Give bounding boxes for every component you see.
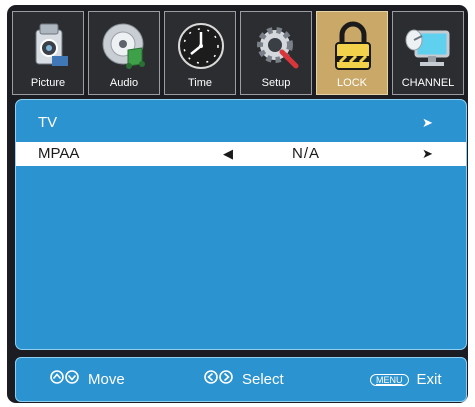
menu-item-label: TV: [38, 114, 58, 131]
tab-label: Picture: [30, 77, 66, 89]
audio-disc-icon: [98, 18, 152, 74]
left-right-keys-icon: [204, 370, 234, 390]
gear-wrench-icon: [250, 18, 304, 74]
tab-setup[interactable]: Setup: [240, 11, 312, 95]
arrow-left-icon[interactable]: ◀: [223, 142, 233, 166]
satellite-dish-icon: [402, 18, 456, 74]
tab-audio[interactable]: Audio: [88, 11, 160, 95]
up-down-keys-icon: [50, 370, 80, 390]
hint-select-label: Select: [242, 371, 284, 388]
hint-select: Select: [204, 370, 284, 390]
hint-exit-label: Exit: [416, 371, 442, 388]
menu-key-icon: MENU: [370, 374, 409, 387]
hint-exit: MENU Exit: [370, 370, 442, 390]
tab-channel[interactable]: CHANNEL: [392, 11, 464, 95]
tab-label: Audio: [109, 77, 139, 89]
tab-time[interactable]: Time: [164, 11, 236, 95]
help-bar: Move Select MENU Exit: [15, 357, 467, 402]
hint-move: Move: [50, 370, 125, 390]
lock-menu-panel: TV ➤ MPAA ◀ N/A ➤: [15, 99, 467, 350]
camera-icon: [22, 18, 76, 74]
tab-label: LOCK: [337, 77, 367, 89]
menu-item-label: MPAA: [38, 145, 80, 162]
tab-label: CHANNEL: [401, 77, 455, 89]
menu-tabs: Picture Audio Time Setup LOCK CHANNEL: [12, 11, 464, 97]
tab-label: Time: [187, 77, 213, 89]
clock-icon: [174, 18, 228, 74]
menu-item-mpaa[interactable]: MPAA ◀ N/A ➤: [16, 142, 466, 166]
mpaa-value: N/A: [291, 145, 321, 162]
tab-label: Setup: [261, 77, 291, 89]
chevron-right-icon: ➤: [422, 115, 433, 130]
arrow-right-icon[interactable]: ➤: [422, 142, 433, 166]
tab-picture[interactable]: Picture: [12, 11, 84, 95]
hint-move-label: Move: [88, 371, 125, 388]
padlock-icon: [326, 18, 380, 74]
menu-item-tv[interactable]: TV ➤: [16, 111, 466, 135]
tab-lock[interactable]: LOCK: [316, 11, 388, 95]
